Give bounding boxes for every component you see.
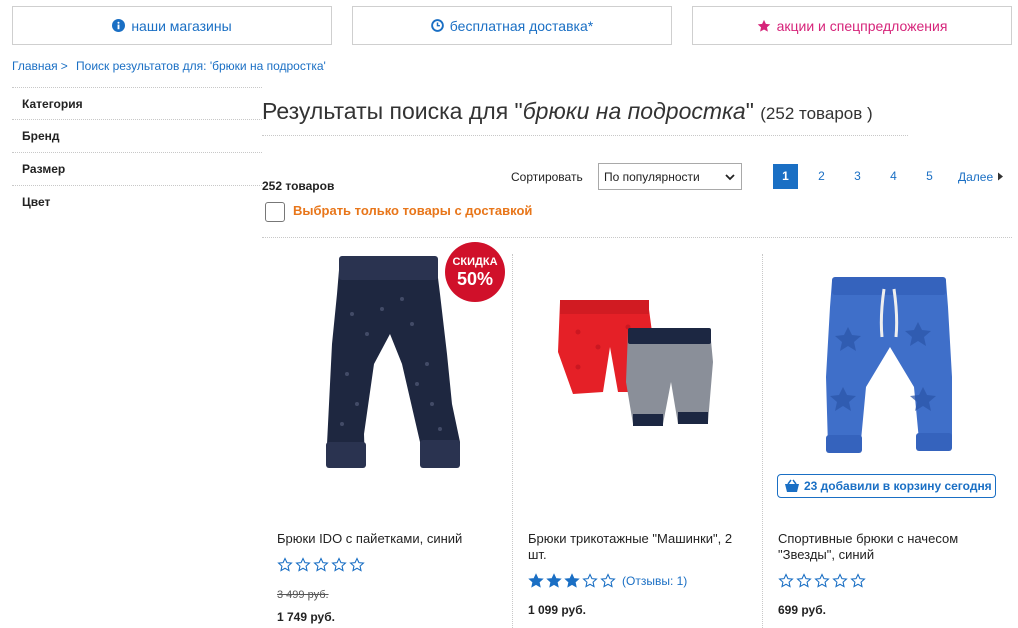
filter-size[interactable]: Размер <box>12 153 262 186</box>
product-price: 1 099 руб. <box>528 603 586 617</box>
caret-right-icon <box>997 172 1003 180</box>
product-card: Брюки трикотажные "Машинки", 2 шт. (Отзы… <box>512 254 762 628</box>
next-page-link[interactable]: Далее <box>958 170 1004 184</box>
product-name[interactable]: Брюки IDO с пайетками, синий <box>277 531 502 547</box>
stores-label: наши магазины <box>131 17 232 34</box>
product-image[interactable] <box>513 254 763 479</box>
product-price: 699 руб. <box>778 603 826 617</box>
page-3[interactable]: 3 <box>845 164 870 189</box>
product-rating: (Отзывы: 1) <box>528 573 687 589</box>
sort-selected-value: По популярности <box>604 170 700 184</box>
star-filled-icon <box>528 573 544 588</box>
cart-activity-label: 23 добавили в корзину сегодня <box>804 479 992 493</box>
basket-icon <box>785 479 799 492</box>
product-image[interactable] <box>763 254 1013 479</box>
star-empty-icon <box>582 573 598 588</box>
sort-label: Сортировать <box>511 170 583 184</box>
discount-badge: СКИДКА 50% <box>445 242 505 302</box>
star-empty-icon <box>778 573 794 588</box>
page-2[interactable]: 2 <box>809 164 834 189</box>
page-1[interactable]: 1 <box>773 164 798 189</box>
product-card: 23 добавили в корзину сегодня Спортивные… <box>762 254 1012 628</box>
star-empty-icon <box>796 573 812 588</box>
pagination: 1 2 3 4 5 Далее <box>773 164 1004 189</box>
page-4[interactable]: 4 <box>881 164 906 189</box>
promo-label: акции и спецпредложения <box>776 17 948 34</box>
product-card: СКИДКА 50% Брюки IDO с пайетками, синий … <box>262 242 512 628</box>
page-5[interactable]: 5 <box>917 164 942 189</box>
filter-sidebar: Категория Бренд Размер Цвет <box>12 87 262 219</box>
product-price: 1 749 руб. <box>277 610 335 624</box>
discount-badge-label: СКИДКА <box>452 256 498 268</box>
star-empty-icon <box>331 557 347 572</box>
page-title: Результаты поиска для "брюки на подростк… <box>262 98 873 125</box>
breadcrumb-home[interactable]: Главная <box>12 59 58 73</box>
search-query: брюки на подростка <box>522 98 746 124</box>
breadcrumb-separator: > <box>60 59 68 73</box>
title-suffix: " <box>745 98 754 124</box>
star-empty-icon <box>814 573 830 588</box>
title-prefix: Результаты поиска для " <box>262 98 523 124</box>
cart-activity-badge: 23 добавили в корзину сегодня <box>777 474 996 498</box>
reviews-link[interactable]: (Отзывы: 1) <box>622 574 687 588</box>
stores-button[interactable]: наши магазины <box>12 6 332 45</box>
product-name[interactable]: Брюки трикотажные "Машинки", 2 шт. <box>528 531 753 563</box>
free-delivery-button[interactable]: бесплатная доставка* <box>352 6 672 45</box>
delivery-only-label[interactable]: Выбрать только товары с доставкой <box>293 203 532 218</box>
star-empty-icon <box>600 573 616 588</box>
filter-category[interactable]: Категория <box>12 87 262 120</box>
sort-select[interactable]: По популярности <box>598 163 742 190</box>
star-filled-icon <box>546 573 562 588</box>
info-icon <box>112 19 126 32</box>
results-count: (252 товаров ) <box>760 104 873 123</box>
star-empty-icon <box>850 573 866 588</box>
next-page-label: Далее <box>958 169 994 184</box>
title-divider <box>262 135 908 136</box>
star-empty-icon <box>313 557 329 572</box>
star-empty-icon <box>295 557 311 572</box>
chevron-down-icon <box>725 174 735 181</box>
product-name[interactable]: Спортивные брюки с начесом "Звезды", син… <box>778 531 1003 563</box>
filter-brand[interactable]: Бренд <box>12 120 262 153</box>
free-delivery-label: бесплатная доставка* <box>449 17 594 34</box>
star-empty-icon <box>349 557 365 572</box>
total-count: 252 товаров <box>262 179 335 193</box>
star-filled-icon <box>564 573 580 588</box>
product-rating <box>778 573 868 589</box>
breadcrumb: Главная > Поиск результатов для: 'брюки н… <box>12 59 326 73</box>
clock-icon <box>430 19 444 32</box>
star-empty-icon <box>277 557 293 572</box>
star-empty-icon <box>832 573 848 588</box>
list-divider <box>262 237 1012 238</box>
product-rating <box>277 557 367 573</box>
breadcrumb-current[interactable]: Поиск результатов для: 'брюки на подрост… <box>76 59 326 73</box>
filter-color[interactable]: Цвет <box>12 186 262 219</box>
discount-badge-value: 50% <box>456 269 494 289</box>
delivery-only-checkbox[interactable] <box>265 202 285 222</box>
promo-button[interactable]: акции и спецпредложения <box>692 6 1012 45</box>
star-icon <box>757 19 771 33</box>
old-price: 3 499 руб. <box>277 589 329 601</box>
